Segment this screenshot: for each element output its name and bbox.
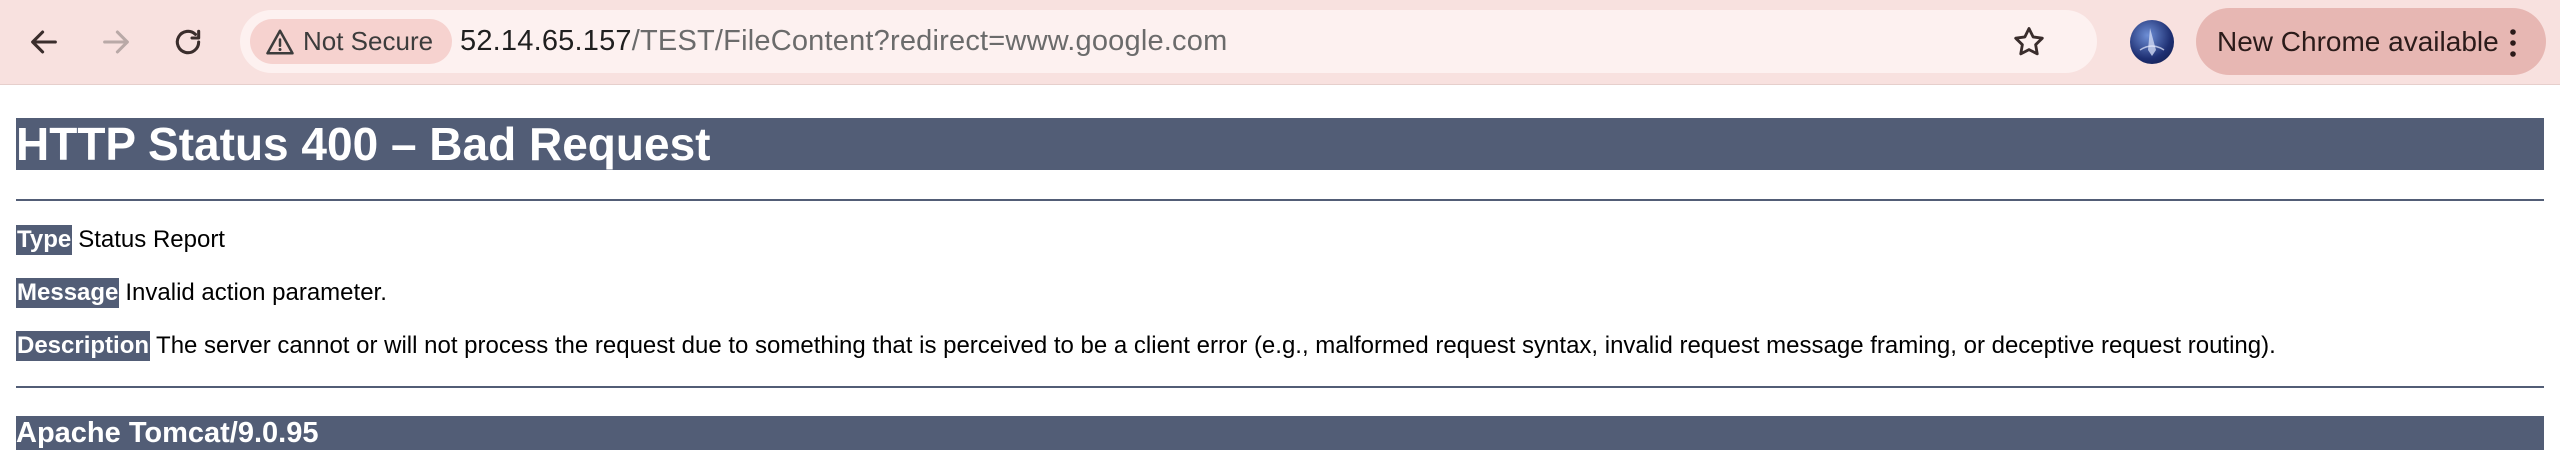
type-row: Type Status Report — [16, 225, 225, 255]
address-bar[interactable]: Not Secure 52.14.65.157/TEST/FileContent… — [240, 10, 2097, 73]
url-text[interactable]: 52.14.65.157/TEST/FileContent?redirect=w… — [460, 10, 1227, 73]
reload-icon — [175, 29, 201, 55]
warning-triangle-icon — [266, 29, 294, 54]
server-footer: Apache Tomcat/9.0.95 — [16, 416, 2544, 450]
message-row: Message Invalid action parameter. — [16, 278, 387, 308]
kebab-menu-icon[interactable] — [2506, 28, 2520, 58]
avatar-image — [2139, 28, 2165, 56]
divider-top — [16, 199, 2544, 201]
back-button[interactable] — [20, 18, 68, 66]
description-row: Description The server cannot or will not… — [16, 331, 2276, 361]
security-indicator-chip[interactable]: Not Secure — [250, 19, 452, 64]
forward-button[interactable] — [92, 18, 140, 66]
profile-avatar[interactable] — [2130, 20, 2174, 64]
arrow-right-icon — [103, 30, 129, 54]
description-value: The server cannot or will not process th… — [156, 332, 2276, 359]
description-key: Description — [16, 331, 151, 361]
error-page: HTTP Status 400 – Bad Request Type Status… — [16, 118, 2544, 450]
message-key: Message — [16, 278, 120, 308]
divider-bottom — [16, 386, 2544, 388]
browser-toolbar: Not Secure 52.14.65.157/TEST/FileContent… — [0, 0, 2560, 85]
update-chrome-button[interactable]: New Chrome available — [2196, 8, 2546, 75]
arrow-left-icon — [31, 30, 57, 54]
type-key: Type — [16, 225, 73, 255]
url-path: /TEST/FileContent?redirect=www.google.co… — [631, 25, 1228, 57]
update-chrome-label: New Chrome available — [2217, 26, 2499, 57]
page-title: HTTP Status 400 – Bad Request — [16, 118, 2544, 170]
url-host: 52.14.65.157 — [460, 25, 632, 57]
type-value: Status Report — [78, 226, 225, 253]
message-value: Invalid action parameter. — [125, 279, 387, 306]
reload-button[interactable] — [164, 18, 212, 66]
star-icon[interactable] — [2010, 23, 2048, 61]
security-label: Not Secure — [303, 26, 434, 56]
